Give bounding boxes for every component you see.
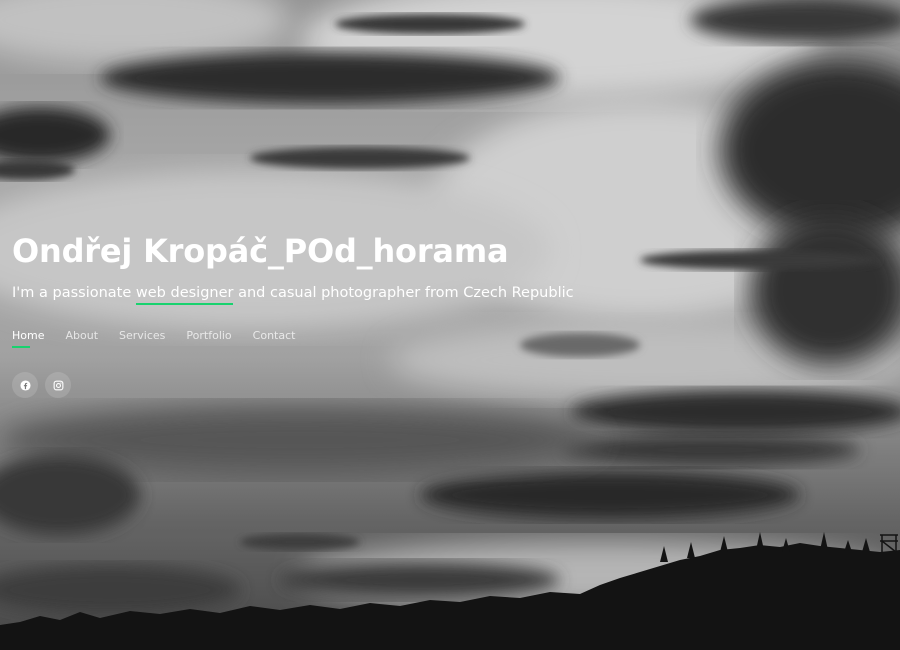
instagram-icon xyxy=(53,380,63,390)
nav-item-contact[interactable]: Contact xyxy=(253,329,296,348)
subtitle-text-after: and casual photographer from Czech Repub… xyxy=(233,285,574,301)
instagram-link[interactable] xyxy=(45,372,71,398)
subtitle-highlight: web designer xyxy=(135,285,234,305)
facebook-icon xyxy=(19,379,31,391)
nav-item-home[interactable]: Home xyxy=(12,329,44,348)
page-title: Ondřej Kropáč_POd_horama xyxy=(12,232,509,270)
background-overlay xyxy=(0,0,900,650)
nav-item-services[interactable]: Services xyxy=(119,329,165,348)
hero-section: Ondřej Kropáč_POd_horama I'm a passionat… xyxy=(0,0,900,650)
social-links xyxy=(12,372,71,398)
facebook-link[interactable] xyxy=(12,372,38,398)
subtitle-text-before: I'm a passionate xyxy=(12,285,136,301)
main-navigation: Home About Services Portfolio Contact xyxy=(12,329,316,348)
nav-item-about[interactable]: About xyxy=(65,329,98,348)
hero-subtitle: I'm a passionate web designer and casual… xyxy=(12,285,574,305)
nav-item-portfolio[interactable]: Portfolio xyxy=(186,329,231,348)
